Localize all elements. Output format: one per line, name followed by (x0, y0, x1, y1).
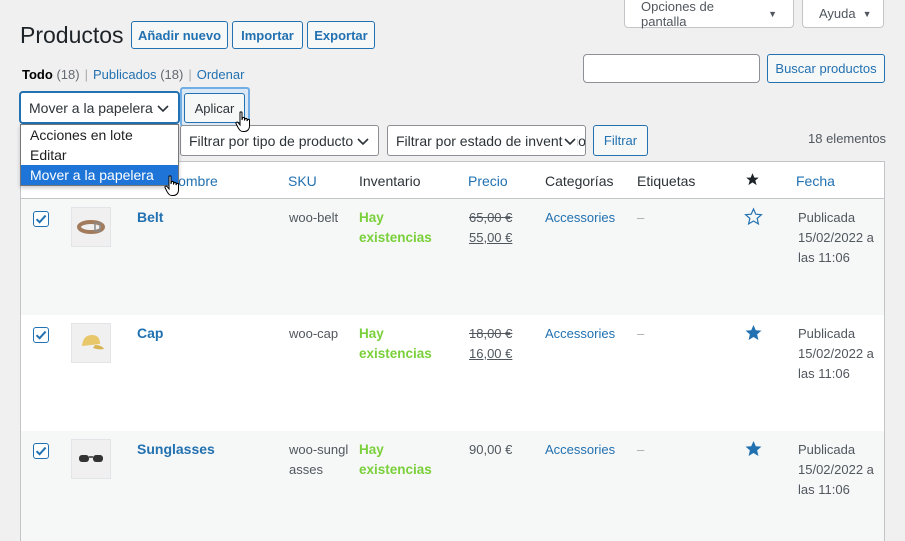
category-link[interactable]: Accessories (545, 324, 615, 344)
chevron-down-icon (563, 134, 577, 148)
caret-down-icon: ▼ (862, 8, 872, 19)
items-count: 18 elementos (808, 131, 887, 146)
help-label: Ayuda (819, 6, 856, 21)
table-row: Belt woo-belt Hay existencias 65,00 € 55… (21, 199, 884, 315)
row-checkbox[interactable] (33, 443, 49, 459)
view-all-link[interactable]: Todo (22, 67, 53, 82)
export-button[interactable]: Exportar (307, 21, 375, 49)
date-value: 15/02/2022 a las 11:06 (798, 230, 874, 265)
belt-icon (77, 220, 105, 234)
bulk-actions-value: Mover a la papelera (29, 99, 153, 116)
table-row: Sunglasses woo-sunglasses Hay existencia… (21, 431, 884, 541)
chevron-down-icon (356, 134, 370, 148)
product-name-link[interactable]: Belt (137, 207, 163, 227)
column-stock: Inventario (359, 173, 421, 189)
column-categories: Categorías (545, 173, 614, 189)
product-price: 18,00 € 16,00 € (469, 324, 512, 364)
category-link[interactable]: Accessories (545, 440, 615, 460)
bulk-option-edit[interactable]: Editar (21, 145, 178, 165)
sale-price: 55,00 € (469, 230, 513, 245)
regular-price: 18,00 € (469, 326, 513, 341)
stock-status: Hay existencias (359, 210, 432, 245)
filter-stock-status-value: Filtrar por estado de inventario (396, 132, 586, 149)
date-value: 15/02/2022 a las 11:06 (798, 346, 874, 381)
product-name-link[interactable]: Cap (137, 323, 163, 343)
view-published-link[interactable]: Publicados (93, 67, 157, 82)
hand-cursor-icon (164, 175, 179, 196)
filter-stock-status-select[interactable]: Filtrar por estado de inventario (387, 125, 586, 156)
column-tags: Etiquetas (637, 173, 696, 189)
product-thumbnail[interactable] (71, 207, 111, 247)
date-value: 15/02/2022 a las 11:06 (798, 462, 874, 497)
add-new-button[interactable]: Añadir nuevo (131, 21, 228, 49)
products-table: Nombre SKU Inventario Precio Categorías … (20, 161, 885, 541)
view-published-count: (18) (160, 67, 184, 82)
product-date: Publicada 15/02/2022 a las 11:06 (798, 324, 883, 384)
product-date: Publicada 15/02/2022 a las 11:06 (798, 440, 883, 500)
product-name-link[interactable]: Sunglasses (137, 439, 215, 459)
filter-button[interactable]: Filtrar (593, 125, 648, 156)
date-status: Publicada (798, 210, 856, 225)
separator: | (84, 67, 88, 82)
product-tags: – (637, 442, 645, 457)
bulk-actions-select[interactable]: Mover a la papelera (20, 92, 179, 123)
bulk-option-bulk-actions[interactable]: Acciones en lote (21, 125, 178, 145)
column-date[interactable]: Fecha (796, 173, 835, 189)
page-title: Productos (20, 22, 124, 48)
help-tab[interactable]: Ayuda ▼ (802, 0, 884, 28)
star-filled-icon[interactable] (744, 323, 763, 348)
screen-options-tab[interactable]: Opciones de pantalla ▼ (624, 0, 794, 29)
table-row: Cap woo-cap Hay existencias 18,00 € 16,0… (21, 315, 884, 431)
product-thumbnail[interactable] (71, 439, 111, 479)
cap-icon (82, 335, 104, 350)
product-price: 90,00 € (469, 442, 513, 457)
row-checkbox[interactable] (33, 327, 49, 343)
search-input[interactable] (583, 54, 760, 83)
view-all-count: (18) (56, 67, 80, 82)
caret-down-icon: ▼ (768, 8, 777, 19)
chevron-down-icon (157, 105, 169, 113)
product-price: 65,00 € 55,00 € (469, 208, 512, 248)
star-filled-icon[interactable] (744, 439, 763, 464)
product-tags: – (637, 210, 645, 225)
star-outline-icon[interactable] (744, 207, 763, 232)
product-thumbnail[interactable] (71, 323, 111, 363)
view-filters: Todo (18) | Publicados (18) | Ordenar (22, 67, 244, 82)
screen-options-label: Opciones de pantalla (641, 0, 714, 29)
product-sku: woo-belt (289, 210, 339, 225)
separator: | (188, 67, 192, 82)
row-checkbox[interactable] (33, 211, 49, 227)
product-date: Publicada 15/02/2022 a las 11:06 (798, 208, 883, 268)
column-price[interactable]: Precio (468, 173, 508, 189)
regular-price: 65,00 € (469, 210, 513, 225)
sale-price: 16,00 € (469, 346, 513, 361)
filter-product-type-value: Filtrar por tipo de producto (189, 132, 354, 149)
bulk-option-trash[interactable]: Mover a la papelera (21, 165, 178, 185)
search-products-button[interactable]: Buscar productos (767, 54, 885, 83)
product-tags: – (637, 326, 645, 341)
date-status: Publicada (798, 326, 856, 341)
bulk-actions-dropdown: Acciones en lote Editar Mover a la papel… (20, 124, 179, 186)
date-status: Publicada (798, 442, 856, 457)
category-link[interactable]: Accessories (545, 208, 615, 228)
sunglasses-icon (79, 455, 103, 462)
hand-cursor-icon (235, 111, 250, 132)
product-sku: woo-sunglasses (289, 442, 349, 477)
import-button[interactable]: Importar (232, 21, 303, 49)
filter-product-type-select[interactable]: Filtrar por tipo de producto (180, 125, 379, 156)
stock-status: Hay existencias (359, 326, 432, 361)
product-sku: woo-cap (289, 326, 339, 341)
stock-status: Hay existencias (359, 442, 432, 477)
column-sku[interactable]: SKU (288, 173, 317, 189)
sort-link[interactable]: Ordenar (197, 67, 245, 82)
column-featured-star-icon[interactable] (745, 172, 760, 190)
